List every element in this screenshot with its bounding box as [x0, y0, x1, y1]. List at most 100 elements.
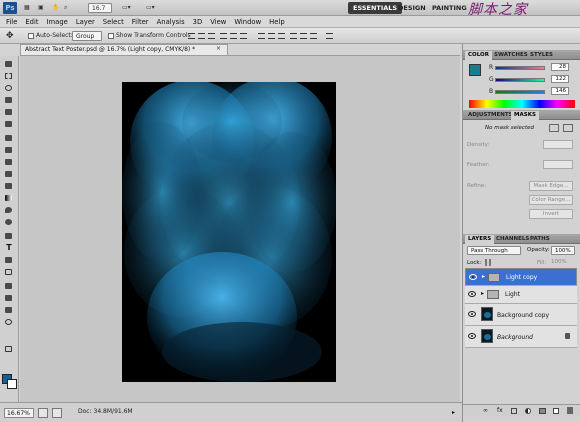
red-value-field[interactable]: 28: [551, 63, 569, 71]
quick-selection-tool-icon[interactable]: [3, 95, 15, 105]
tab-swatches[interactable]: SWATCHES: [491, 51, 531, 60]
align-horizontal-center-icon[interactable]: [230, 33, 237, 39]
arrange-documents-icon[interactable]: ▭▾: [122, 3, 131, 13]
align-right-icon[interactable]: [240, 33, 247, 39]
layer-style-icon[interactable]: fx: [497, 407, 503, 414]
menu-select[interactable]: Select: [103, 18, 124, 26]
mini-bridge-icon[interactable]: ▣: [38, 3, 44, 13]
expand-triangle-icon[interactable]: ▸: [481, 290, 484, 297]
rectangle-tool-icon[interactable]: [3, 267, 15, 277]
tab-color[interactable]: COLOR: [465, 51, 492, 60]
delete-layer-icon[interactable]: [567, 407, 573, 414]
vector-mask-icon[interactable]: [563, 124, 573, 132]
workspace-painting-button[interactable]: PAINTING: [427, 2, 472, 14]
blue-slider[interactable]: [495, 90, 545, 94]
screen-mode-icon[interactable]: ▭▾: [146, 3, 155, 13]
healing-brush-tool-icon[interactable]: [3, 133, 15, 143]
menu-view[interactable]: View: [210, 18, 226, 26]
show-transform-option[interactable]: Show Transform Controls: [108, 31, 191, 41]
menu-analysis[interactable]: Analysis: [157, 18, 185, 26]
tab-layers[interactable]: LAYERS: [465, 235, 495, 244]
auto-select-checkbox[interactable]: [28, 32, 34, 39]
adjustment-layer-icon[interactable]: [525, 408, 531, 414]
zoom-tool-icon[interactable]: ⌕: [64, 3, 67, 13]
menu-help[interactable]: Help: [269, 18, 285, 26]
align-vertical-center-icon[interactable]: [198, 33, 205, 39]
layer-row-background[interactable]: Background: [465, 326, 577, 348]
status-info-icon[interactable]: [38, 408, 48, 418]
foreground-color-preview[interactable]: [469, 64, 481, 76]
blend-mode-dropdown[interactable]: Pass Through: [467, 246, 521, 255]
auto-select-option[interactable]: Auto-Select:: [28, 31, 73, 41]
crop-tool-icon[interactable]: [3, 107, 15, 117]
distribute-left-icon[interactable]: [290, 33, 297, 39]
new-layer-icon[interactable]: [553, 408, 559, 414]
align-left-icon[interactable]: [220, 33, 227, 39]
expand-triangle-icon[interactable]: ▸: [482, 273, 485, 280]
scroll-right-arrow-icon[interactable]: ▸: [452, 409, 455, 416]
history-brush-tool-icon[interactable]: [3, 169, 15, 179]
visibility-eye-icon[interactable]: [468, 311, 476, 317]
visibility-eye-icon[interactable]: [469, 274, 477, 280]
eyedropper-tool-icon[interactable]: [3, 119, 15, 129]
link-layers-icon[interactable]: ∞: [483, 407, 488, 414]
align-bottom-icon[interactable]: [208, 33, 215, 39]
tab-paths[interactable]: PATHS: [527, 235, 553, 244]
menu-edit[interactable]: Edit: [25, 18, 38, 26]
lasso-tool-icon[interactable]: [3, 83, 15, 93]
color-spectrum-ramp[interactable]: [469, 100, 575, 108]
visibility-eye-icon[interactable]: [468, 291, 476, 297]
align-top-icon[interactable]: [188, 33, 195, 39]
document-tab[interactable]: Abstract Text Poster.psd @ 16.7% (Light …: [20, 44, 228, 55]
feather-field[interactable]: [543, 160, 573, 169]
move-tool-icon[interactable]: ✥: [6, 31, 14, 41]
color-range-button[interactable]: Color Range...: [529, 195, 573, 205]
menu-file[interactable]: File: [6, 18, 17, 26]
zoom-level-dropdown[interactable]: 16.7: [88, 3, 112, 13]
blur-tool-icon[interactable]: [3, 205, 15, 215]
dodge-tool-icon[interactable]: [3, 217, 15, 227]
move-tool-icon[interactable]: [3, 59, 15, 69]
close-document-icon[interactable]: ×: [216, 45, 221, 52]
lock-options-icons[interactable]: [485, 259, 519, 266]
new-group-icon[interactable]: [539, 408, 546, 414]
pen-tool-icon[interactable]: [3, 231, 15, 241]
distribute-horizontal-center-icon[interactable]: [300, 33, 307, 39]
eraser-tool-icon[interactable]: [3, 181, 15, 191]
opacity-field[interactable]: 100%: [551, 246, 575, 255]
tab-adjustments[interactable]: ADJUSTMENTS: [465, 111, 516, 120]
menu-image[interactable]: Image: [47, 18, 68, 26]
menu-filter[interactable]: Filter: [132, 18, 149, 26]
distribute-right-icon[interactable]: [310, 33, 317, 39]
brush-tool-icon[interactable]: [3, 145, 15, 155]
3d-rotate-tool-icon[interactable]: [3, 281, 15, 291]
green-value-field[interactable]: 122: [551, 75, 569, 83]
menu-layer[interactable]: Layer: [76, 18, 95, 26]
clone-stamp-tool-icon[interactable]: [3, 157, 15, 167]
layer-row-light[interactable]: ▸ Light: [465, 286, 577, 304]
path-selection-tool-icon[interactable]: [3, 255, 15, 265]
zoom-tool-icon[interactable]: [3, 317, 15, 327]
blue-value-field[interactable]: 146: [551, 87, 569, 95]
gradient-tool-icon[interactable]: [3, 193, 15, 203]
pixel-mask-icon[interactable]: [549, 124, 559, 132]
auto-select-target-dropdown[interactable]: Group: [72, 31, 102, 41]
3d-orbit-tool-icon[interactable]: [3, 293, 15, 303]
mask-edge-button[interactable]: Mask Edge...: [529, 181, 573, 191]
fill-field[interactable]: 100%: [551, 259, 575, 267]
show-transform-checkbox[interactable]: [108, 32, 114, 39]
status-menu-icon[interactable]: [52, 408, 62, 418]
tab-styles[interactable]: STYLES: [527, 51, 556, 60]
layer-row-background-copy[interactable]: Background copy: [465, 304, 577, 326]
menu-3d[interactable]: 3D: [193, 18, 203, 26]
distribute-top-icon[interactable]: [258, 33, 265, 39]
distribute-bottom-icon[interactable]: [278, 33, 285, 39]
document-canvas[interactable]: [122, 82, 336, 382]
workspace-design-button[interactable]: DESIGN: [393, 2, 431, 14]
quick-mask-icon[interactable]: [3, 344, 15, 354]
hand-tool-icon[interactable]: ✋: [52, 3, 59, 13]
menu-window[interactable]: Window: [234, 18, 261, 26]
tab-masks[interactable]: MASKS: [511, 111, 539, 120]
layer-row-light-copy[interactable]: ▸ Light copy: [465, 268, 577, 286]
marquee-tool-icon[interactable]: [3, 71, 15, 81]
